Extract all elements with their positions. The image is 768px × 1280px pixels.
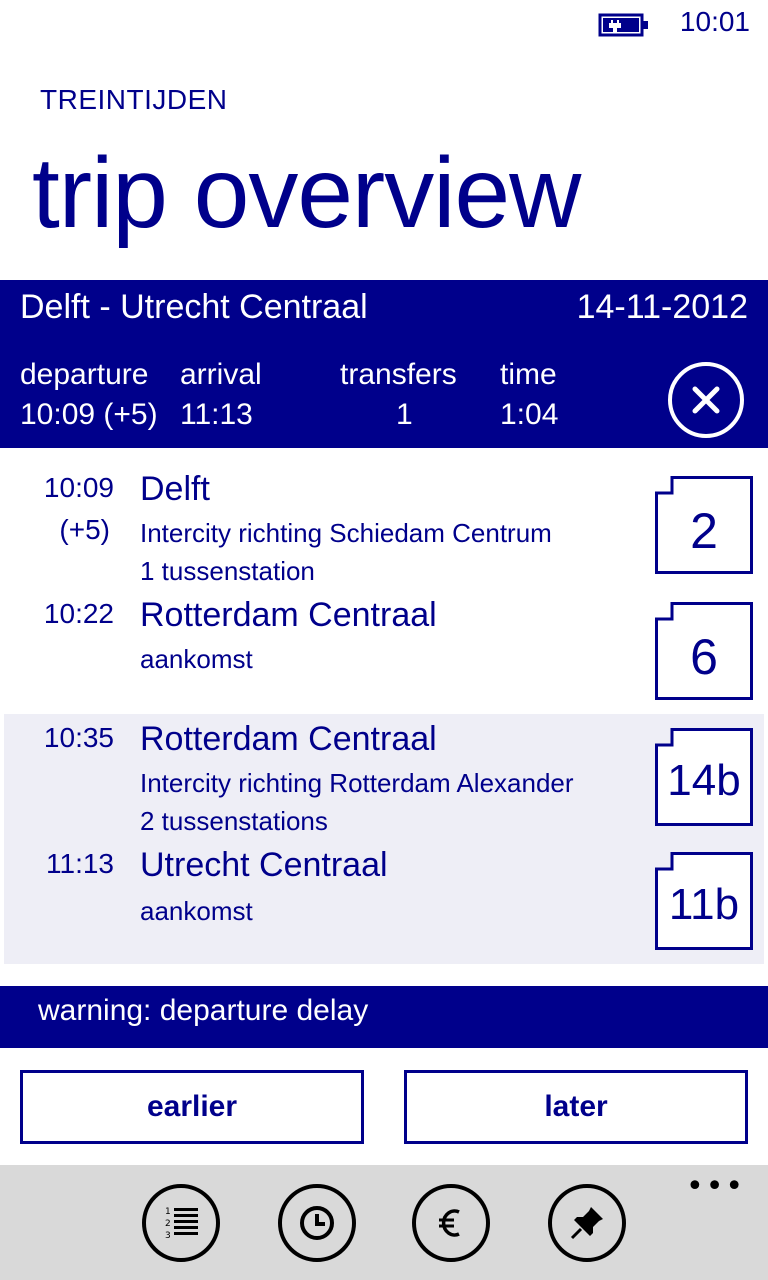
trip-date: 14-11-2012: [576, 288, 748, 326]
alight-station: Rotterdam Centraal: [140, 596, 437, 634]
arrival-note: aankomst: [140, 644, 253, 674]
close-button[interactable]: [668, 362, 744, 438]
app-bar: ••• 1 2 3: [0, 1165, 768, 1280]
app-title: TREINTIJDEN: [40, 84, 228, 115]
alight-station: Utrecht Centraal: [140, 846, 388, 884]
battery-charging-icon: [598, 13, 648, 37]
list-icon: 1 2 3: [165, 1207, 198, 1241]
platform-badge: 6: [655, 602, 753, 700]
board-station: Rotterdam Centraal: [140, 720, 437, 758]
svg-text:2: 2: [165, 1219, 171, 1229]
time-value: 1:04: [500, 398, 559, 431]
alight-time: 11:13: [46, 848, 114, 879]
time-label: time: [500, 358, 557, 391]
trip-summary-header: Delft - Utrecht Centraal 14-11-2012 depa…: [0, 280, 768, 448]
platform-number: 11b: [668, 880, 740, 929]
close-icon: [692, 386, 720, 414]
euro-icon: [439, 1209, 460, 1237]
arrival-note: aankomst: [140, 896, 253, 926]
platform-number: 6: [690, 629, 718, 685]
status-bar: 10:01: [0, 0, 768, 48]
fare-button[interactable]: [412, 1184, 490, 1262]
platform-number: 2: [690, 503, 718, 559]
later-button[interactable]: later: [404, 1070, 748, 1144]
platform-badge: 2: [655, 476, 753, 574]
train-direction: Intercity richting Schiedam Centrum: [140, 518, 552, 548]
list-button[interactable]: 1 2 3: [142, 1184, 220, 1262]
trip-leg-2[interactable]: 10:35 Rotterdam Centraal Intercity richt…: [4, 714, 764, 964]
board-time: 10:09: [43, 472, 114, 503]
pin-icon: [570, 1207, 603, 1240]
route-title: Delft - Utrecht Centraal: [20, 288, 368, 326]
clock: 10:01: [679, 6, 750, 37]
delay-badge: (+5): [59, 514, 110, 545]
earlier-button[interactable]: earlier: [20, 1070, 364, 1144]
departure-times-button[interactable]: [278, 1184, 356, 1262]
departure-label: departure: [20, 358, 149, 391]
train-direction: Intercity richting Rotterdam Alexander: [140, 768, 574, 798]
arrival-label: arrival: [180, 358, 262, 391]
pin-button[interactable]: [548, 1184, 626, 1262]
platform-badge: 11b: [655, 852, 753, 950]
more-options-button[interactable]: •••: [686, 1169, 745, 1204]
trip-leg-1[interactable]: 10:09 (+5) Delft Intercity richting Schi…: [0, 448, 768, 710]
svg-text:3: 3: [165, 1231, 171, 1241]
page-title: trip overview: [32, 137, 581, 249]
board-station: Delft: [140, 470, 210, 508]
alight-time: 10:22: [43, 598, 114, 629]
board-time: 10:35: [43, 722, 114, 753]
svg-text:1: 1: [165, 1207, 171, 1217]
clock-icon: [300, 1206, 334, 1240]
arrival-value: 11:13: [180, 398, 253, 431]
delay-warning: warning: departure delay: [0, 986, 768, 1048]
departure-value: 10:09 (+5): [20, 398, 158, 431]
transfers-label: transfers: [340, 358, 457, 391]
platform-badge: 14b: [655, 728, 753, 826]
intermediate-stops: 2 tussenstations: [140, 806, 328, 836]
transfers-value: 1: [396, 398, 413, 431]
platform-number: 14b: [667, 756, 741, 805]
intermediate-stops: 1 tussenstation: [140, 556, 315, 586]
